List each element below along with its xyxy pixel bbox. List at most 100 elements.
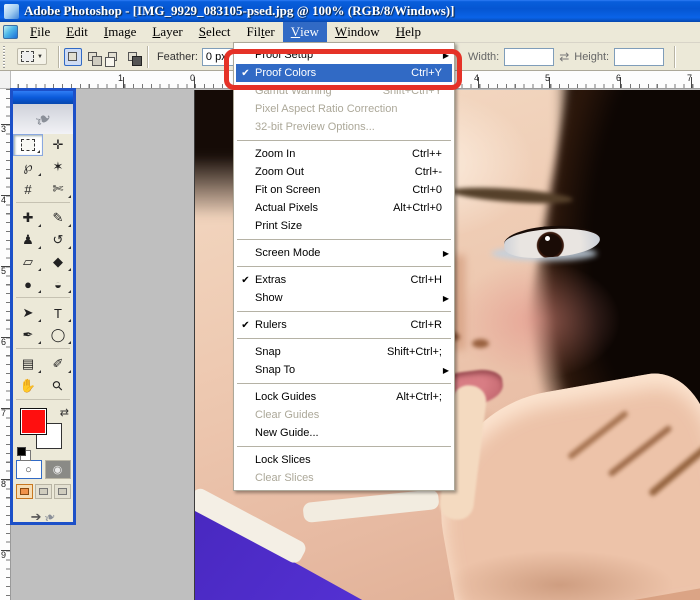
menu-item-label: Fit on Screen — [255, 184, 320, 196]
menu-item-zoom-in[interactable]: Zoom InCtrl++ — [236, 145, 452, 163]
slice-tool[interactable]: ✄ — [43, 178, 73, 200]
subtract-from-selection-icon — [108, 52, 117, 61]
height-label: Height: — [574, 51, 609, 63]
rectangular-marquee-tool[interactable] — [13, 134, 43, 156]
intersect-selection-icon — [128, 52, 137, 61]
ruler-origin-box[interactable] — [0, 71, 11, 89]
ruler-number: 5 — [545, 73, 550, 83]
menu-item-label: Snap — [255, 346, 281, 358]
menubar-item-view[interactable]: View — [283, 22, 327, 42]
document-icon[interactable] — [3, 25, 18, 39]
menu-item-label: Clear Slices — [255, 472, 314, 484]
menubar-item-file[interactable]: File — [22, 22, 58, 42]
lasso-tool[interactable]: ℘ — [13, 156, 43, 178]
dodge-tool[interactable]: ◒ — [43, 273, 73, 295]
menubar-item-select[interactable]: Select — [191, 22, 239, 42]
add-to-selection-button[interactable] — [84, 48, 102, 66]
zoom-tool[interactable]: ⚲ — [43, 375, 73, 397]
menu-item-extras[interactable]: ✔ExtrasCtrl+H — [236, 271, 452, 289]
ruler-number: 7 — [1, 408, 6, 418]
move-tool[interactable]: ✛ — [43, 134, 73, 156]
menu-item-proof-setup[interactable]: Proof Setup▶ — [236, 46, 452, 64]
blur-tool[interactable]: ● — [13, 273, 43, 295]
new-selection-button[interactable] — [64, 48, 82, 66]
full-screen-menubar-mode-button[interactable] — [35, 484, 52, 499]
menu-item-fit-on-screen[interactable]: Fit on ScreenCtrl+0 — [236, 181, 452, 199]
quick-mask-mode-button[interactable]: ◉ — [45, 460, 71, 479]
swap-colors-icon[interactable]: ⇄ — [60, 406, 69, 419]
zoom-icon: ⚲ — [49, 377, 67, 395]
shape-tool[interactable]: ◯ — [43, 324, 73, 346]
tool-preset-picker[interactable]: ▼ — [17, 48, 47, 65]
ruler-number: 8 — [1, 479, 6, 489]
type-tool[interactable]: T — [43, 302, 73, 324]
notes-tool[interactable]: ▤ — [13, 353, 43, 375]
type-icon: T — [54, 306, 62, 321]
new-selection-icon — [68, 52, 77, 61]
brush-tool[interactable]: ✎ — [43, 207, 73, 229]
swap-dimensions-icon[interactable]: ⇄ — [559, 50, 569, 64]
menu-item-rulers[interactable]: ✔RulersCtrl+R — [236, 316, 452, 334]
paint-bucket-tool[interactable]: ◆ — [43, 251, 73, 273]
menu-bar: FileEditImageLayerSelectFilterViewWindow… — [0, 22, 700, 43]
menubar-item-window[interactable]: Window — [327, 22, 388, 42]
menu-item-print-size[interactable]: Print Size — [236, 217, 452, 235]
menu-item-snap-to[interactable]: Snap To▶ — [236, 361, 452, 379]
eyedropper-tool[interactable]: ✐ — [43, 353, 73, 375]
intersect-selection-button[interactable] — [124, 48, 142, 66]
eraser-tool[interactable]: ▱ — [13, 251, 43, 273]
menubar-item-edit[interactable]: Edit — [58, 22, 96, 42]
menu-item-new-guide[interactable]: New Guide... — [236, 424, 452, 442]
path-selection-tool[interactable]: ➤ — [13, 302, 43, 324]
lasso-icon: ℘ — [23, 159, 32, 175]
menu-item-screen-mode[interactable]: Screen Mode▶ — [236, 244, 452, 262]
subtract-from-selection-button[interactable] — [104, 48, 122, 66]
jump-to-imageready-button[interactable]: ➔ ❧ — [13, 504, 73, 530]
view-menu: Proof Setup▶✔Proof ColorsCtrl+YGamut War… — [233, 42, 455, 491]
menu-item-lock-slices[interactable]: Lock Slices — [236, 451, 452, 469]
menu-item-actual-pixels[interactable]: Actual PixelsAlt+Ctrl+0 — [236, 199, 452, 217]
healing-brush-tool[interactable]: ✚ — [13, 207, 43, 229]
crop-tool[interactable]: # — [13, 178, 43, 200]
standard-mode-icon: ○ — [25, 464, 32, 476]
standard-mode-button[interactable]: ○ — [16, 460, 42, 479]
standard-screen-mode-button[interactable] — [16, 484, 33, 499]
menubar-item-image[interactable]: Image — [96, 22, 145, 42]
menu-item-clear-slices: Clear Slices — [236, 469, 452, 487]
pen-icon: ✒ — [23, 327, 34, 343]
notes-icon: ▤ — [22, 356, 34, 372]
foreground-color-swatch[interactable] — [20, 408, 47, 435]
menu-item-snap[interactable]: SnapShift+Ctrl+; — [236, 343, 452, 361]
magic-wand-tool[interactable]: ✶ — [43, 156, 73, 178]
default-colors-icon[interactable] — [17, 447, 26, 456]
menu-item-32-bit-preview-options: 32-bit Preview Options... — [236, 118, 452, 136]
window-title: Adobe Photoshop - [IMG_9929_083105-psed.… — [24, 3, 454, 19]
check-icon: ✔ — [236, 68, 255, 79]
menu-item-label: Zoom In — [255, 148, 295, 160]
menubar-item-help[interactable]: Help — [388, 22, 429, 42]
photo-eye-highlight — [545, 236, 550, 241]
clone-stamp-tool[interactable]: ♟ — [13, 229, 43, 251]
options-bar-grip[interactable] — [2, 46, 9, 68]
menu-item-show[interactable]: Show▶ — [236, 289, 452, 307]
healing-brush-icon: ✚ — [23, 210, 34, 226]
menu-item-label: Screen Mode — [255, 247, 320, 259]
full-screen-mode-button[interactable] — [54, 484, 71, 499]
hand-tool[interactable]: ✋ — [13, 375, 43, 397]
history-brush-tool[interactable]: ↺ — [43, 229, 73, 251]
menu-item-zoom-out[interactable]: Zoom OutCtrl+- — [236, 163, 452, 181]
menubar-item-layer[interactable]: Layer — [144, 22, 190, 42]
menu-item-label: Snap To — [255, 364, 295, 376]
menu-item-shortcut: Ctrl+- — [399, 166, 452, 178]
menubar-item-filter[interactable]: Filter — [239, 22, 283, 42]
feather-logo-icon: ❧ — [29, 104, 56, 134]
menu-item-lock-guides[interactable]: Lock GuidesAlt+Ctrl+; — [236, 388, 452, 406]
ruler-number: 9 — [1, 550, 6, 560]
menu-separator — [237, 239, 451, 240]
menu-item-proof-colors[interactable]: ✔Proof ColorsCtrl+Y — [236, 64, 452, 82]
toolbox-title-bar[interactable] — [13, 91, 73, 104]
height-input[interactable] — [614, 48, 664, 66]
width-input[interactable] — [504, 48, 554, 66]
title-bar[interactable]: Adobe Photoshop - [IMG_9929_083105-psed.… — [0, 0, 700, 22]
pen-tool[interactable]: ✒ — [13, 324, 43, 346]
